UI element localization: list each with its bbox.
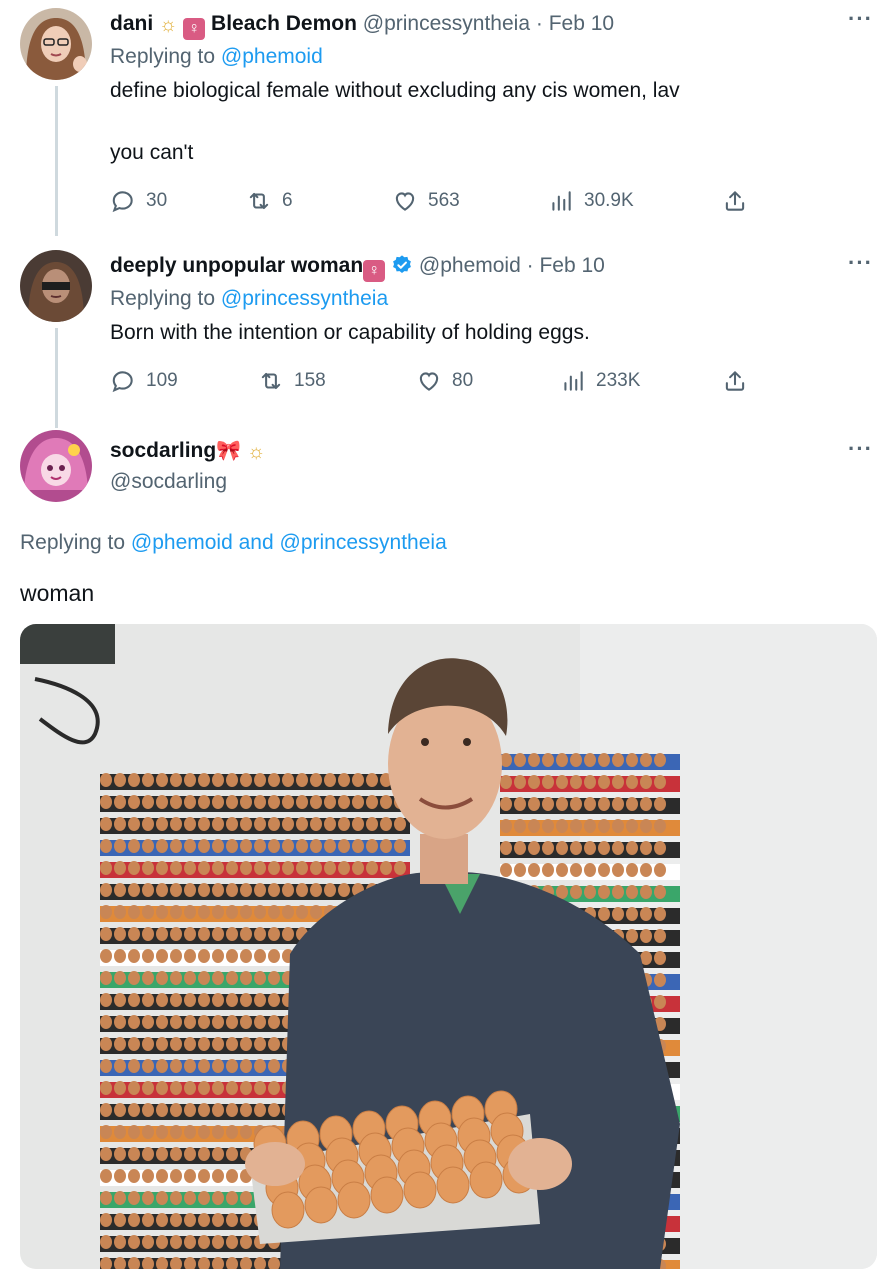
display-name-extra[interactable]: Bleach Demon [211,12,357,35]
share-icon [725,371,745,391]
tweet-deeply-unpopular-woman[interactable]: deeply unpopular woman ♀ @phemoid · Feb 1… [0,240,885,428]
mention-link[interactable]: @phemoid [131,531,233,554]
like-count: 563 [428,190,460,211]
replying-prefix: Replying to [110,287,216,310]
tweet-actions: 109 158 80 233K [110,366,760,396]
handle[interactable]: @princessyntheia [363,12,530,35]
repost-count: 6 [282,190,293,211]
share-button[interactable] [722,366,748,396]
tweet-media-photo[interactable] [20,624,877,1269]
reply-button[interactable]: 109 [110,366,178,396]
more-options-button[interactable]: ··· [848,436,873,462]
repost-button[interactable]: 158 [258,366,326,396]
thread-line [55,328,58,428]
repost-button[interactable]: 6 [246,186,293,216]
like-button[interactable]: 80 [416,366,473,396]
mention-link[interactable]: @princessyntheia [221,287,388,310]
reply-count: 109 [146,370,178,391]
tweet-date[interactable]: Feb 10 [539,254,604,277]
reply-icon [112,191,133,213]
avatar[interactable] [20,250,92,322]
share-icon [725,191,745,211]
thread-line [55,86,58,236]
like-button[interactable]: 563 [392,186,460,216]
separator: · [526,254,534,277]
tweet-text-line: Born with the intention or capability of… [110,321,590,344]
sun-icon: ☼ [159,14,178,36]
tweet-header: dani ☼ ♀ Bleach Demon @princessyntheia ·… [110,10,614,40]
views-button[interactable]: 233K [560,366,640,396]
reply-button[interactable]: 30 [110,186,167,216]
female-symbol-badge: ♀ [183,18,206,40]
display-name[interactable]: socdarling [110,439,216,462]
repost-count: 158 [294,370,326,391]
mention-link[interactable]: @princessyntheia [280,531,447,554]
views-icon [552,191,571,211]
tweet-actions: 30 6 563 30.9K [110,186,760,216]
handle[interactable]: @socdarling [110,470,227,493]
photo-egg-trays [20,624,877,1269]
tweet-date[interactable]: Feb 10 [549,12,614,35]
heart-icon [395,192,415,211]
replying-to: Replying to @phemoid and @princessynthei… [20,529,447,557]
heart-icon [419,372,439,391]
sun-icon: ☼ [246,441,266,463]
tweet-header: deeply unpopular woman ♀ @phemoid · Feb 1… [110,252,605,282]
display-name[interactable]: deeply unpopular woman [110,254,363,277]
view-count: 30.9K [584,190,634,211]
replying-prefix: Replying to [20,531,126,554]
repost-icon [261,372,281,390]
tweet-text-line: you can't [110,141,194,164]
replying-to: Replying to @phemoid [110,43,323,71]
tweet-text-line: woman [20,580,95,606]
more-options-button[interactable]: ··· [848,250,873,276]
female-symbol-badge: ♀ [363,260,386,282]
replying-to: Replying to @princessyntheia [110,285,388,313]
display-name[interactable]: dani [110,12,153,35]
more-options-button[interactable]: ··· [848,6,873,32]
bow-icon: 🎀 [216,440,242,462]
replying-conjunction: and [238,531,274,554]
tweet-dani[interactable]: dani ☼ ♀ Bleach Demon @princessyntheia ·… [0,0,885,236]
handle[interactable]: @phemoid [419,254,521,277]
separator: · [535,12,543,35]
reply-icon [112,371,133,393]
view-count: 233K [596,370,641,391]
handle-row: @socdarling [110,468,227,496]
like-count: 80 [452,370,474,391]
tweet-header: socdarling🎀 ☼ [110,437,265,466]
share-button[interactable] [722,186,748,216]
views-icon [564,371,583,391]
reply-count: 30 [146,190,168,211]
replying-prefix: Replying to [110,45,216,68]
mention-link[interactable]: @phemoid [221,45,323,68]
verified-badge-icon [393,255,411,273]
views-button[interactable]: 30.9K [548,186,634,216]
avatar[interactable] [20,8,92,80]
avatar[interactable] [20,430,92,502]
tweet-text-line: define biological female without excludi… [110,79,680,102]
repost-icon [249,192,269,210]
